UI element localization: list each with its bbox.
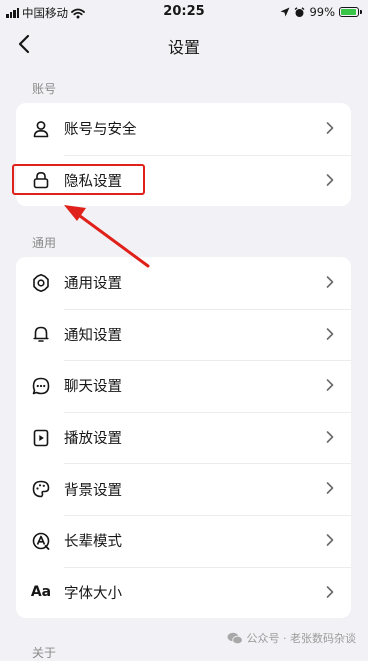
watermark: 公众号 · 老张数码杂谈 — [227, 630, 357, 646]
row-label: 长辈模式 — [64, 534, 122, 551]
settings-row-account-security[interactable]: 账号与安全 — [16, 103, 351, 155]
chevron-right-icon — [326, 173, 334, 186]
row-label: 账号与安全 — [64, 122, 137, 139]
settings-row-chat[interactable]: 聊天设置 — [16, 360, 351, 412]
status-right: 99% — [280, 5, 362, 19]
annotation-highlight-box — [12, 164, 145, 195]
section-label-account: 账号 — [32, 82, 57, 96]
settings-row-notifications[interactable]: 通知设置 — [16, 308, 351, 361]
chat-bubble-icon — [30, 375, 52, 397]
status-bar: 中国移动 20:25 99% — [0, 0, 368, 26]
nav-bar: 设置 — [0, 26, 368, 62]
play-icon — [30, 427, 52, 449]
row-label: 聊天设置 — [64, 379, 122, 396]
general-card: 通用设置 通知设置 聊天设置 播放设置 背景设置 长辈模式 Aa 字体大小 — [16, 257, 351, 619]
settings-row-general[interactable]: 通用设置 — [16, 257, 351, 309]
battery-icon — [339, 7, 362, 17]
palette-icon — [30, 478, 52, 500]
alarm-icon — [294, 6, 305, 17]
gear-icon — [30, 272, 52, 294]
chevron-right-icon — [326, 430, 334, 443]
bell-icon — [30, 323, 52, 345]
battery-percent: 99% — [309, 5, 335, 19]
row-label: 通知设置 — [64, 327, 122, 344]
row-label: 背景设置 — [64, 482, 122, 499]
watermark-text: 公众号 · 老张数码杂谈 — [246, 632, 357, 645]
font-size-icon: Aa — [30, 584, 52, 601]
elder-mode-icon — [30, 530, 52, 552]
settings-row-background[interactable]: 背景设置 — [16, 463, 351, 515]
settings-row-font-size[interactable]: Aa 字体大小 — [16, 566, 351, 619]
chevron-right-icon — [326, 482, 334, 495]
chevron-right-icon — [326, 534, 334, 546]
row-label: 播放设置 — [64, 431, 122, 448]
chevron-right-icon — [326, 276, 334, 288]
chevron-right-icon — [326, 122, 334, 134]
section-label-general: 通用 — [32, 236, 57, 250]
chevron-right-icon — [326, 327, 334, 340]
location-arrow-icon — [280, 7, 290, 17]
settings-row-elder-mode[interactable]: 长辈模式 — [16, 514, 351, 567]
chevron-right-icon — [326, 585, 334, 598]
settings-row-playback[interactable]: 播放设置 — [16, 411, 351, 464]
row-label: 字体大小 — [64, 585, 122, 602]
row-label: 通用设置 — [64, 276, 122, 293]
chevron-right-icon — [326, 379, 334, 391]
page-title: 设置 — [167, 38, 200, 57]
wechat-icon — [227, 632, 243, 644]
person-icon — [30, 118, 52, 140]
